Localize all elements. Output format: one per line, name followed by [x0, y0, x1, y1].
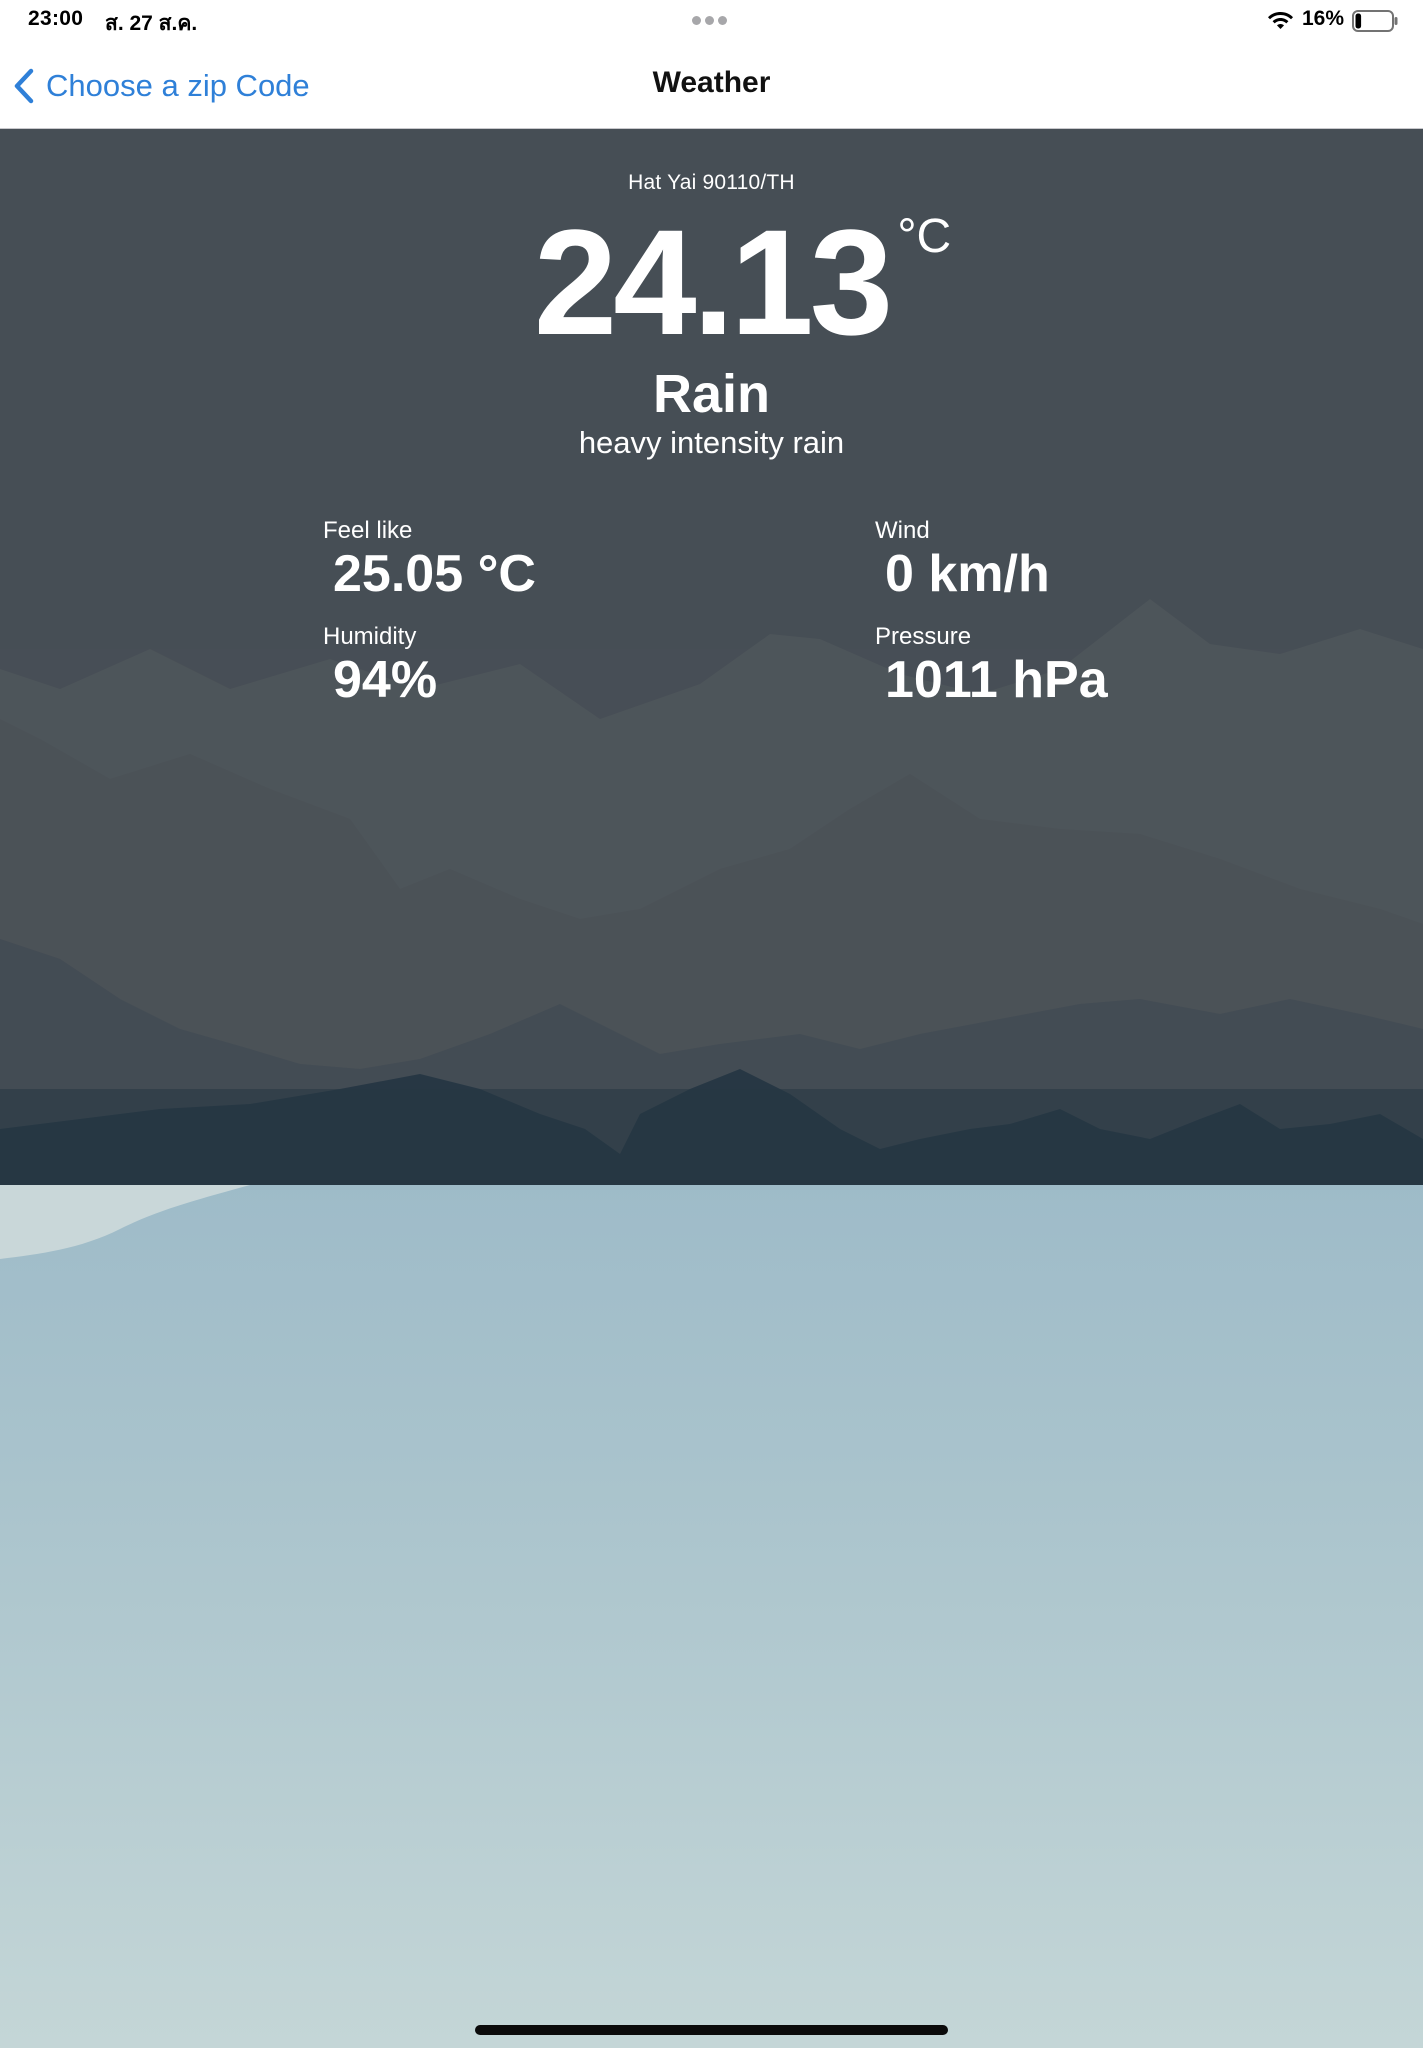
weather-condition: Rain	[652, 364, 771, 424]
humidity-stat: Humidity 94%	[323, 623, 437, 708]
location-label: Hat Yai 90110/TH	[628, 171, 795, 194]
weather-screen: Hat Yai 90110/TH 24.13 °C Rain heavy int…	[0, 129, 1423, 2048]
navigation-bar: Choose a zip Code Weather	[0, 44, 1423, 129]
pressure-value: 1011 hPa	[885, 651, 1108, 709]
humidity-value: 94%	[333, 651, 438, 709]
humidity-label: Humidity	[323, 623, 417, 650]
battery-percent: 16%	[1302, 7, 1345, 30]
pressure-label: Pressure	[875, 623, 972, 650]
multitask-dots-icon[interactable]	[692, 16, 727, 25]
wind-stat: Wind 0 km/h	[875, 517, 1050, 602]
pressure-stat: Pressure 1011 hPa	[875, 623, 1108, 708]
wind-label: Wind	[875, 517, 930, 544]
temperature-value: 24.13 °C	[534, 207, 951, 357]
feels-like-value: 25.05 °C	[333, 545, 536, 603]
status-date: ส. 27 ส.ค.	[105, 12, 198, 35]
feels-like-label: Feel like	[323, 517, 413, 544]
battery-icon	[1352, 10, 1398, 32]
home-indicator[interactable]	[475, 2025, 948, 2035]
wind-value: 0 km/h	[885, 545, 1050, 603]
wifi-icon	[1268, 12, 1293, 29]
status-bar: 23:00 ส. 27 ส.ค. 16%	[0, 0, 1423, 44]
temperature-number: 24.13	[533, 198, 893, 366]
feels-like-stat: Feel like 25.05 °C	[323, 517, 536, 602]
temperature-unit: °C	[897, 210, 952, 263]
page-title: Weather	[652, 66, 771, 99]
temperature-block: 24.13 °C	[0, 207, 1423, 357]
status-time: 23:00	[28, 7, 84, 30]
weather-description: heavy intensity rain	[578, 425, 845, 460]
